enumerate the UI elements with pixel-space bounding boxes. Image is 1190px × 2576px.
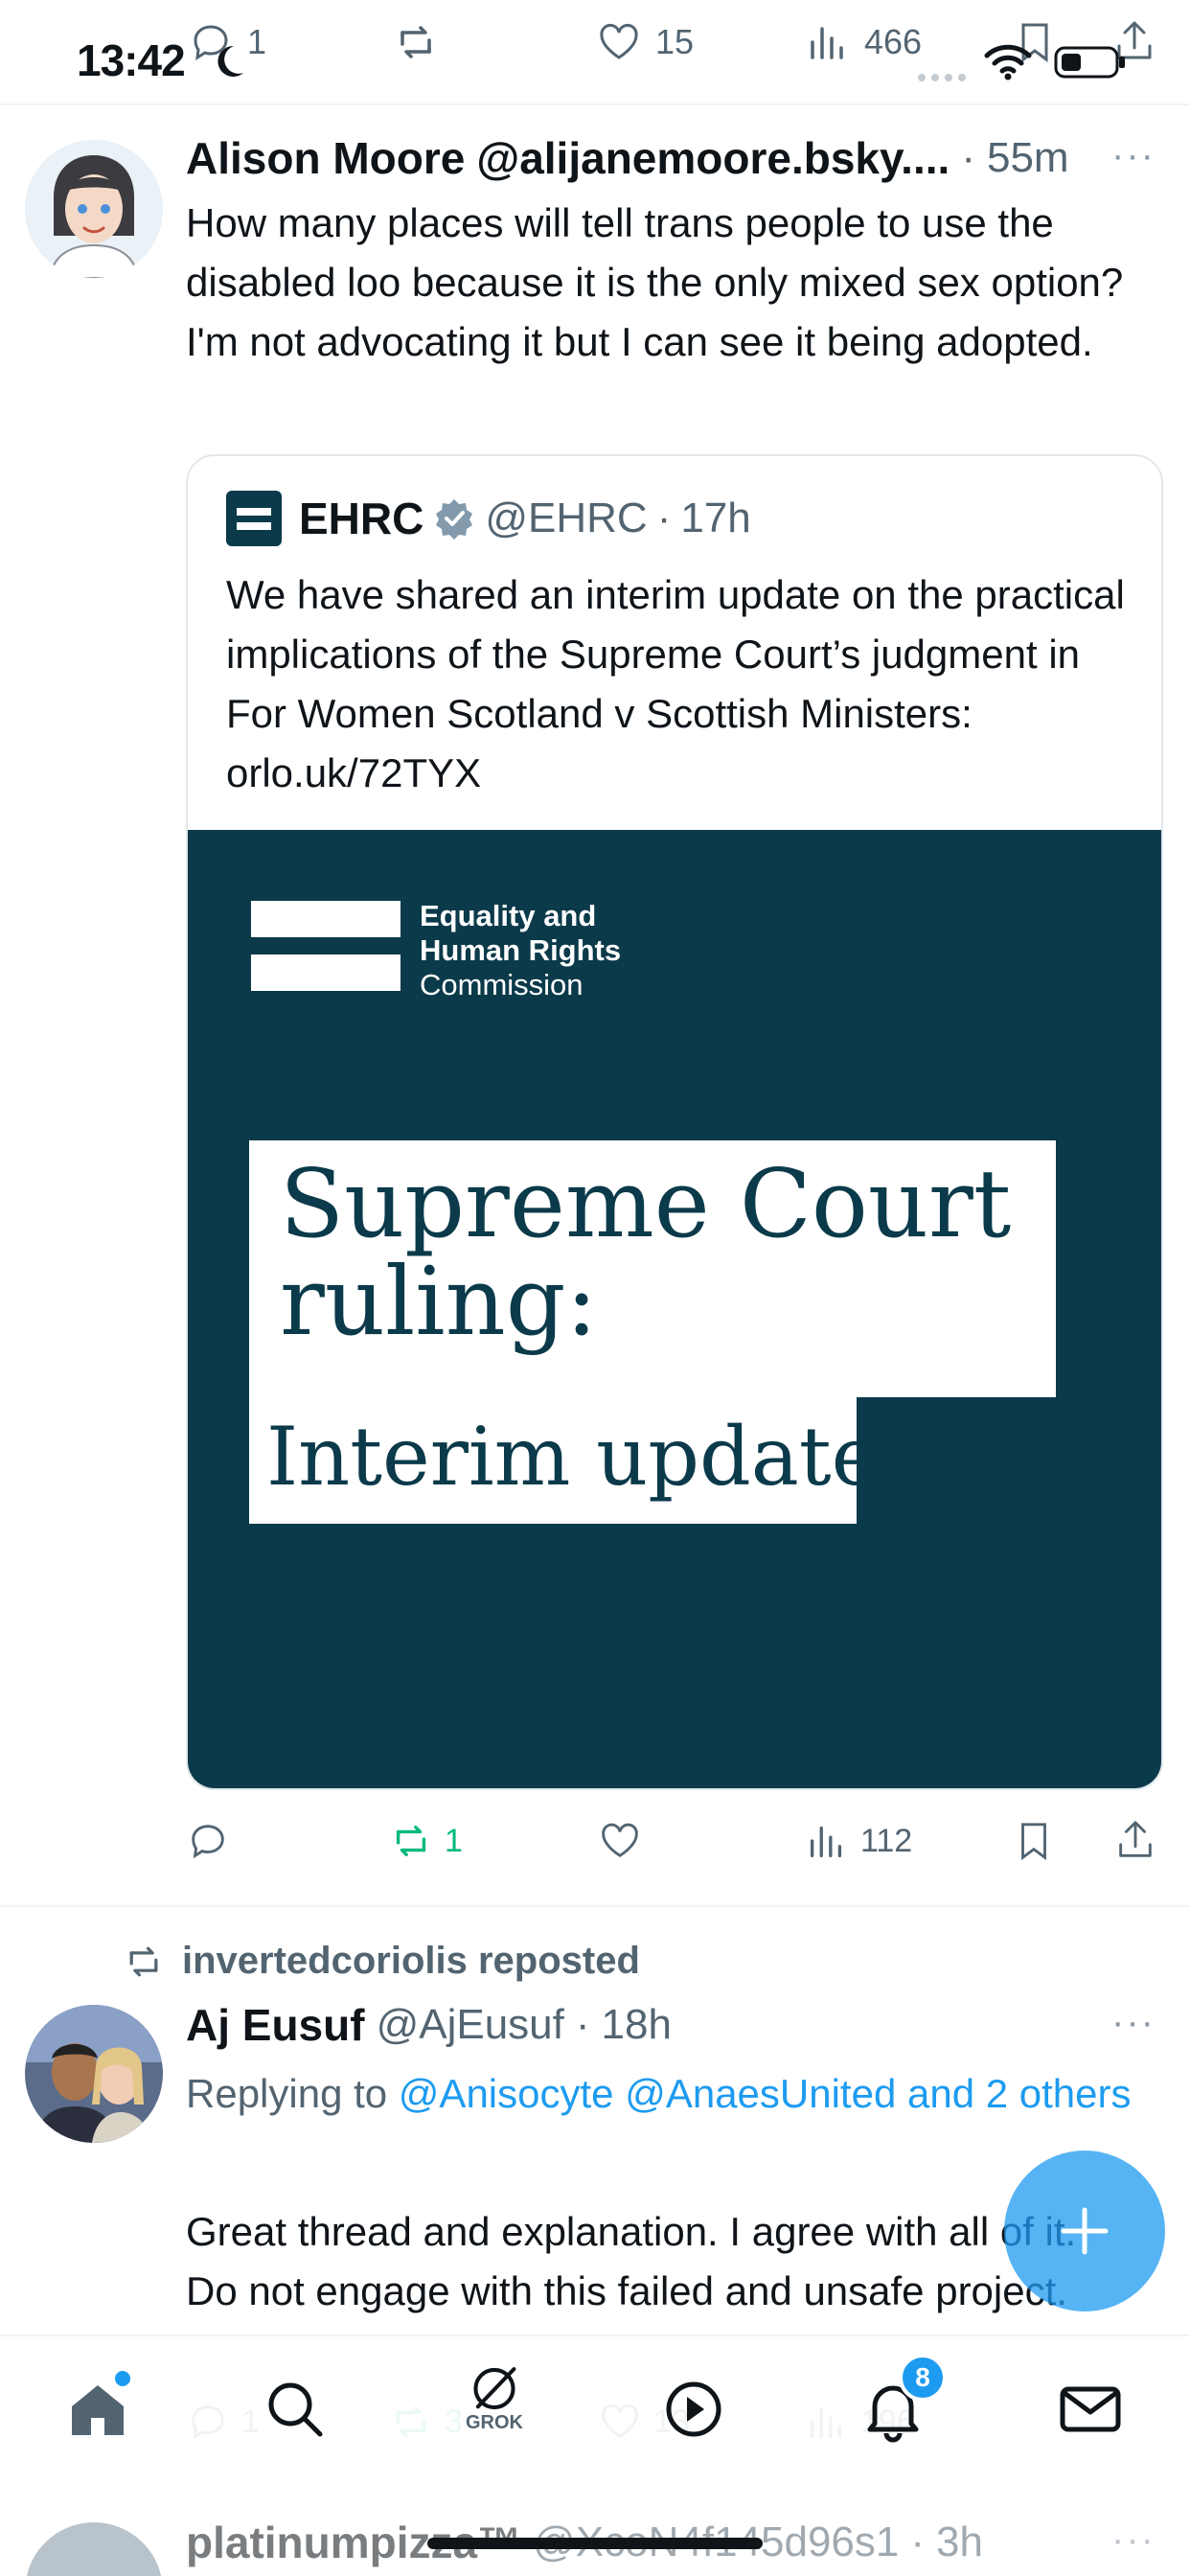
quoted-post-text: We have shared an interim update on the …	[226, 572, 1125, 795]
subheadline: Interim update	[266, 1410, 880, 1504]
nav-search[interactable]	[259, 2373, 332, 2446]
post-header: Alison Moore @alijanemoore.bsky.... · 55…	[186, 132, 1144, 184]
plus-icon	[1061, 2207, 1109, 2255]
home-indicator	[427, 2538, 763, 2549]
nav-messages[interactable]	[1054, 2373, 1127, 2446]
second-author-name[interactable]: Aj Eusuf	[186, 1999, 365, 2051]
top-divider	[0, 104, 1190, 105]
repost-count: 1	[445, 1822, 463, 1859]
bottom-nav: GROK 8	[0, 2334, 1190, 2488]
repost-button[interactable]: 1	[389, 1819, 463, 1863]
nav-home[interactable]	[61, 2371, 134, 2446]
top-views-count: 466	[864, 22, 923, 61]
author-name[interactable]: Alison Moore	[186, 132, 465, 184]
verified-badge-icon	[433, 497, 475, 540]
logo-line-3: Commission	[420, 968, 584, 1001]
mail-icon	[1060, 2386, 1121, 2432]
battery-icon	[1054, 42, 1127, 80]
views-button[interactable]: 112	[805, 1819, 912, 1863]
grok-icon	[473, 2367, 516, 2410]
cellular-signal-icon	[916, 71, 968, 82]
views-icon	[811, 27, 843, 59]
repost-small-icon	[129, 1946, 158, 1976]
status-time: 13:42	[77, 35, 186, 85]
third-separator-dot: ·	[910, 2518, 926, 2565]
post-time: 55m	[986, 134, 1069, 181]
second-post-header: Aj Eusuf @AjEusuf · 18h	[186, 1999, 672, 2051]
replying-prefix: Replying to	[186, 2071, 388, 2116]
post-divider	[0, 1905, 1190, 1907]
separator-dot: ·	[961, 134, 975, 181]
quoted-post-header: EHRC @EHRC · 17h	[226, 491, 751, 546]
views-count: 112	[860, 1822, 913, 1859]
author-handle[interactable]: @alijanemoore.bsky....	[476, 132, 950, 184]
top-views-action[interactable]: 466	[805, 19, 922, 65]
nav-video[interactable]	[657, 2373, 730, 2446]
heart-icon	[600, 23, 638, 59]
reply-icon	[194, 25, 228, 60]
quoted-post-card[interactable]: EHRC @EHRC · 17h We have shared an inter…	[186, 454, 1163, 1790]
second-post-time: 18h	[601, 2001, 672, 2048]
compose-button[interactable]	[1004, 2150, 1165, 2312]
top-repost-action[interactable]	[393, 19, 439, 65]
heart-icon	[602, 1823, 638, 1858]
reply-icon	[192, 1825, 224, 1859]
top-like-action[interactable]: 15	[596, 19, 694, 65]
second-author-handle[interactable]: @AjEusuf	[377, 2001, 564, 2049]
like-button[interactable]	[598, 1819, 642, 1863]
quoted-author-name[interactable]: EHRC	[299, 493, 423, 544]
nav-notifications[interactable]: 8	[857, 2354, 947, 2446]
top-reply-action[interactable]: 1	[188, 19, 266, 65]
post-text: How many places will tell trans people t…	[186, 200, 1124, 364]
wifi-icon	[983, 42, 1033, 80]
top-reply-count: 1	[247, 22, 267, 61]
second-more-options-icon[interactable]: ···	[1111, 2001, 1156, 2044]
avatar-platinumpizza[interactable]	[25, 2522, 163, 2576]
reposted-by-text: invertedcoriolis reposted	[182, 1940, 640, 1982]
share-icon	[1119, 1821, 1152, 1857]
quoted-author-handle[interactable]: @EHRC	[485, 494, 647, 542]
search-icon	[268, 2382, 323, 2437]
headline-line-2: ruling:	[280, 1248, 598, 1357]
views-icon	[810, 1826, 842, 1858]
second-post-text: Great thread and explanation. I agree wi…	[186, 2209, 1077, 2313]
repost-icon	[396, 1825, 426, 1857]
nav-grok[interactable]: GROK	[458, 2361, 531, 2434]
replying-to-line: Replying to @Anisocyte @AnaesUnited and …	[186, 2062, 1144, 2126]
notifications-badge: 8	[899, 2354, 947, 2402]
third-post-time: 3h	[936, 2518, 983, 2565]
bookmark-button[interactable]	[1012, 1819, 1056, 1863]
avatar-alison-moore[interactable]	[25, 140, 163, 278]
second-separator-dot: ·	[575, 2001, 590, 2048]
home-unread-dot	[115, 2371, 130, 2386]
headline-line-1: Supreme Court	[280, 1150, 1012, 1259]
repost-icon	[400, 26, 431, 58]
ehrc-logo-icon	[226, 491, 282, 546]
quoted-separator-dot: ·	[656, 494, 672, 541]
logo-line-1: Equality and	[420, 899, 597, 932]
more-options-icon[interactable]: ···	[1111, 134, 1156, 177]
quoted-post-time: 17h	[680, 494, 751, 541]
logo-line-2: Human Rights	[420, 933, 622, 967]
grok-label: GROK	[466, 2412, 523, 2433]
third-more-options-icon[interactable]: ···	[1111, 2518, 1156, 2562]
reply-button[interactable]	[186, 1819, 230, 1863]
play-icon	[666, 2381, 721, 2437]
repost-indicator[interactable]: invertedcoriolis reposted	[123, 1940, 640, 1983]
replying-to-handles[interactable]: @Anisocyte @AnaesUnited and 2 others	[399, 2071, 1132, 2116]
top-like-count: 15	[655, 22, 695, 61]
share-button[interactable]	[1113, 1817, 1157, 1861]
quoted-post-image[interactable]: Equality and Human Rights Commission Sup…	[188, 830, 1161, 1788]
bookmark-icon	[1021, 1823, 1046, 1861]
avatar-aj-eusuf[interactable]	[25, 2005, 163, 2143]
